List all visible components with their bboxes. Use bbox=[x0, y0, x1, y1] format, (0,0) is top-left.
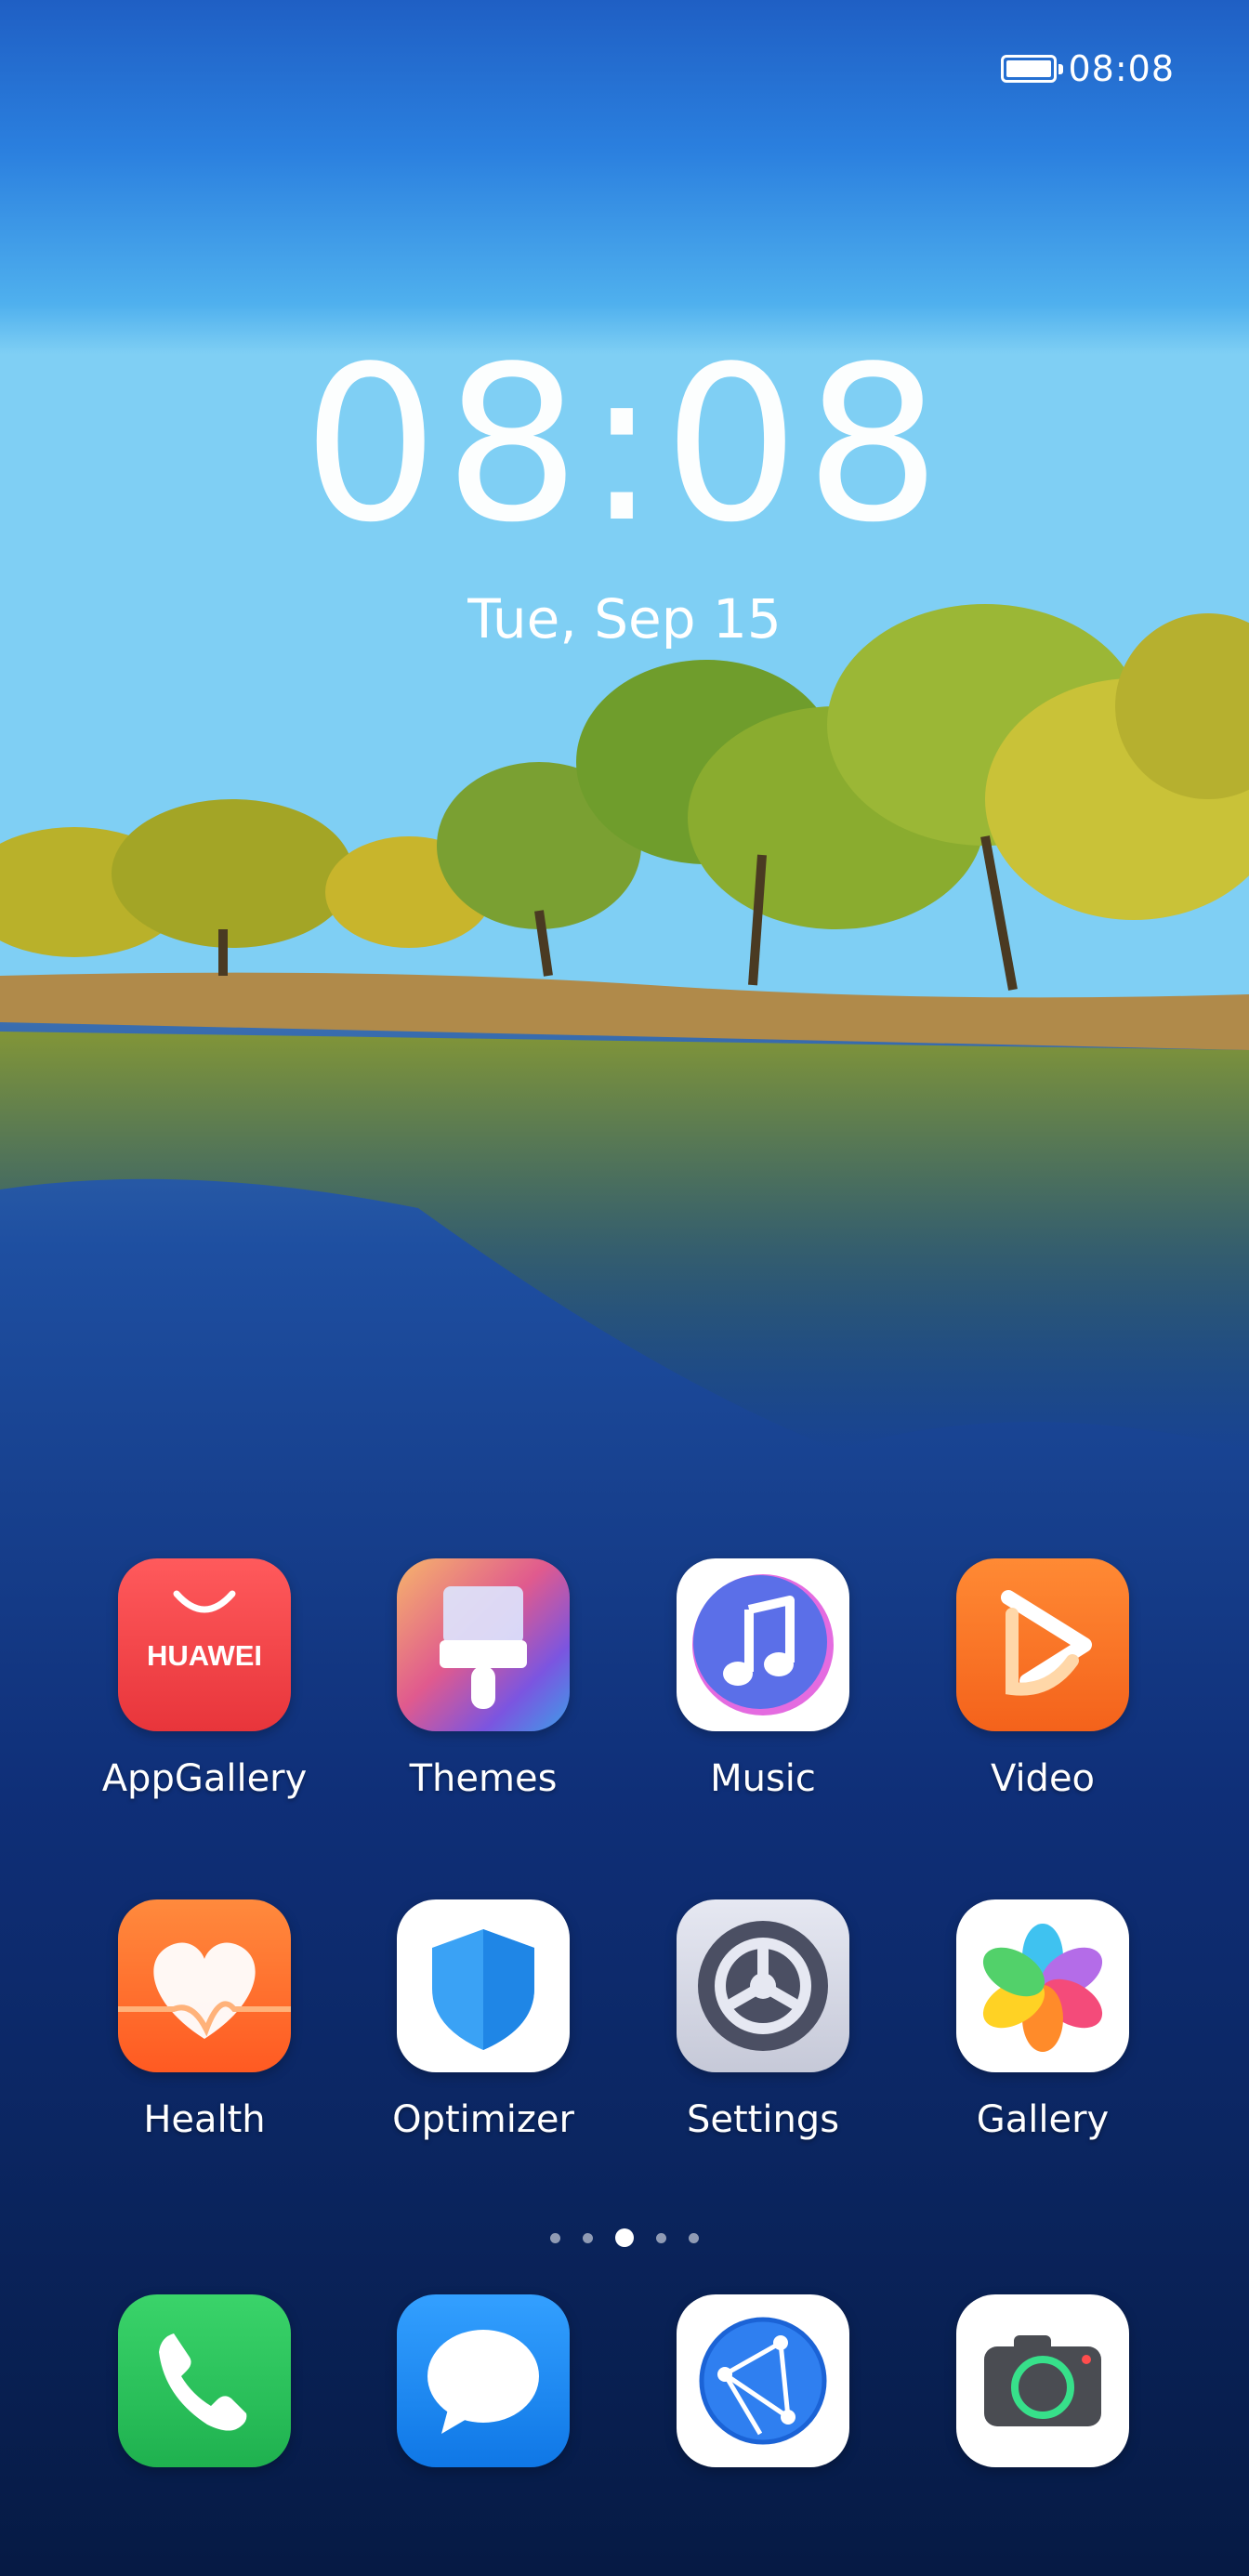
svg-text:HUAWEI: HUAWEI bbox=[147, 1639, 262, 1672]
music-icon bbox=[677, 1558, 849, 1731]
page-dot[interactable] bbox=[583, 2232, 593, 2243]
clock-widget[interactable]: 08:08 bbox=[0, 339, 1249, 553]
optimizer-icon bbox=[397, 1899, 570, 2072]
app-label: Music bbox=[710, 1757, 816, 1800]
appgallery-icon: HUAWEI bbox=[118, 1558, 291, 1731]
health-icon bbox=[118, 1899, 291, 2072]
app-label: Themes bbox=[409, 1757, 558, 1800]
app-label: AppGallery bbox=[101, 1757, 308, 1800]
app-label: Optimizer bbox=[392, 2098, 574, 2141]
app-settings[interactable]: Settings bbox=[647, 1899, 879, 2141]
app-video[interactable]: Video bbox=[927, 1558, 1159, 1800]
dock-phone[interactable] bbox=[88, 2294, 321, 2467]
app-gallery[interactable]: Gallery bbox=[927, 1899, 1159, 2141]
app-label: Settings bbox=[686, 2098, 840, 2141]
page-dot-active[interactable] bbox=[615, 2228, 634, 2247]
messages-icon bbox=[397, 2294, 570, 2467]
app-optimizer[interactable]: Optimizer bbox=[367, 1899, 599, 2141]
dock-messages[interactable] bbox=[367, 2294, 599, 2467]
page-dot[interactable] bbox=[550, 2232, 560, 2243]
date-text[interactable]: Tue, Sep 15 bbox=[0, 587, 1249, 651]
battery-icon bbox=[1001, 55, 1064, 83]
page-dot[interactable] bbox=[689, 2232, 699, 2243]
dock-browser[interactable] bbox=[647, 2294, 879, 2467]
app-label: Gallery bbox=[976, 2098, 1110, 2141]
status-time: 08:08 bbox=[1068, 48, 1175, 89]
page-dot[interactable] bbox=[656, 2232, 666, 2243]
phone-icon bbox=[118, 2294, 291, 2467]
app-label: Health bbox=[143, 2098, 266, 2141]
app-themes[interactable]: Themes bbox=[367, 1558, 599, 1800]
clock-time: 08:08 bbox=[302, 322, 947, 570]
settings-icon bbox=[677, 1899, 849, 2072]
video-icon bbox=[956, 1558, 1129, 1731]
app-label: Video bbox=[990, 1757, 1096, 1800]
app-health[interactable]: Health bbox=[88, 1899, 321, 2141]
app-appgallery[interactable]: HUAWEI AppGallery bbox=[88, 1558, 321, 1800]
themes-icon bbox=[397, 1558, 570, 1731]
status-bar: 08:08 bbox=[1001, 48, 1175, 89]
camera-icon bbox=[956, 2294, 1129, 2467]
page-indicator[interactable] bbox=[0, 2228, 1249, 2247]
app-music[interactable]: Music bbox=[647, 1558, 879, 1800]
dock-camera[interactable] bbox=[927, 2294, 1159, 2467]
browser-icon bbox=[677, 2294, 849, 2467]
gallery-icon bbox=[956, 1899, 1129, 2072]
